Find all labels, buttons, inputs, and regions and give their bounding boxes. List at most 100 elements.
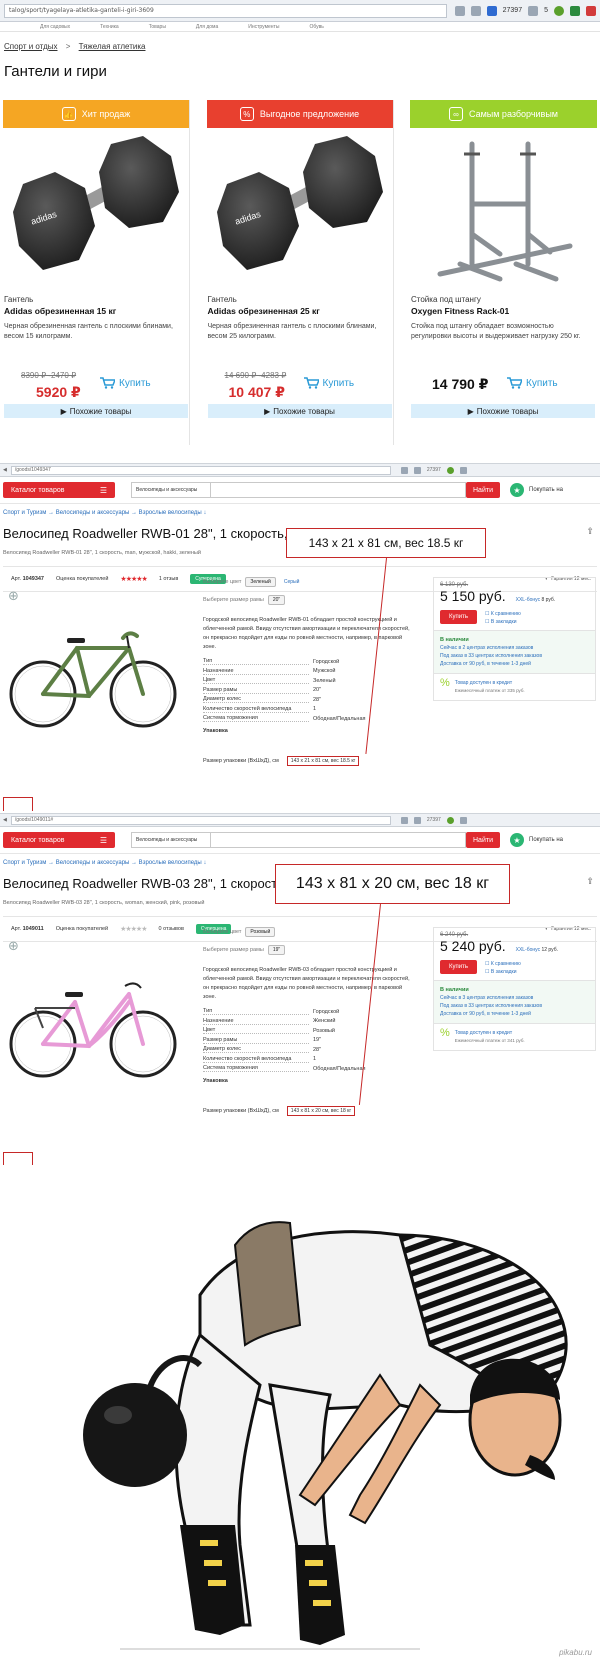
stock-info: В наличии Сейчас в 3 центрах исполнения … bbox=[434, 980, 595, 1023]
product-name[interactable]: Adidas обрезиненная 25 кг bbox=[208, 306, 320, 316]
thumbnail-frame[interactable] bbox=[3, 1152, 33, 1166]
xxl-bonus[interactable]: XXL-бонус 12 руб. bbox=[516, 947, 558, 953]
search-input[interactable] bbox=[211, 482, 466, 498]
options: Выберите цвет Розовый Выберите размер ра… bbox=[203, 926, 286, 962]
product-name[interactable]: Adidas обрезиненная 15 кг bbox=[4, 306, 116, 316]
catalog-button[interactable]: Каталог товаров ☰ bbox=[3, 482, 115, 498]
stock-line[interactable]: Доставка от 90 руб, в течение 1-3 дней bbox=[440, 660, 589, 668]
buy-on-link[interactable]: ★ Покупать на bbox=[510, 833, 563, 847]
product-card[interactable]: ∞ Самым разборчивым Стойка под штангу Ox… bbox=[410, 100, 597, 445]
favorites-link[interactable]: ☐ В закладки bbox=[485, 618, 521, 626]
catalog-button[interactable]: Каталог товаров ☰ bbox=[3, 832, 115, 848]
bookmark-star-icon[interactable] bbox=[400, 816, 408, 824]
rating-stars: ★★★★★ bbox=[120, 926, 147, 933]
size-option-selected[interactable]: 20" bbox=[267, 594, 286, 605]
site-nav-item[interactable]: Для дома bbox=[196, 24, 218, 30]
compare-link[interactable]: ☐ К сравнению bbox=[485, 960, 521, 968]
product-name[interactable]: Oxygen Fitness Rack-01 bbox=[411, 306, 509, 316]
zoom-icon[interactable]: ⊕ bbox=[8, 938, 19, 954]
catalog-label: Каталог товаров bbox=[11, 836, 65, 844]
product-card[interactable]: 👍 Хит продаж adidas Гантель Adidas обрез… bbox=[3, 100, 190, 445]
play-icon: ▶ bbox=[60, 406, 67, 416]
breadcrumb[interactable]: Спорт и Туризм → Велосипеды и аксессуары… bbox=[3, 860, 206, 866]
site-nav-item[interactable]: Инструменты bbox=[248, 24, 279, 30]
color-option-selected[interactable]: Зеленый bbox=[245, 576, 276, 587]
find-button[interactable]: Найти bbox=[466, 832, 500, 848]
spec-row: Назначение Мужской bbox=[203, 667, 399, 677]
xxl-bonus[interactable]: XXL-бонус 8 руб. bbox=[516, 597, 556, 603]
extension-icon-2[interactable] bbox=[570, 5, 580, 16]
mail-icon[interactable] bbox=[486, 5, 497, 16]
reviews-link[interactable]: 1 отзыв bbox=[159, 576, 178, 582]
buy-button[interactable]: Купить bbox=[440, 960, 477, 974]
spec-key: Количество скоростей велосипеда bbox=[203, 1056, 309, 1063]
dumbbell-image[interactable]: adidas bbox=[3, 134, 190, 284]
credit-info[interactable]: % Товар доступен в кредит Ежемесячный пла… bbox=[434, 1023, 595, 1050]
stock-title: В наличии bbox=[440, 637, 469, 643]
site-nav-item[interactable]: Техника bbox=[100, 24, 119, 30]
thumbnail-frame[interactable] bbox=[3, 797, 33, 811]
category-select[interactable]: Велосипеды и аксессуары bbox=[131, 832, 211, 848]
compare-link[interactable]: ☐ К сравнению bbox=[485, 610, 521, 618]
rating-stars: ★★★★★ bbox=[120, 576, 147, 583]
stock-line[interactable]: Сейчас в 2 центрах исполнения заказов bbox=[440, 644, 589, 652]
buy-on-link[interactable]: ★ Покупать на bbox=[510, 483, 563, 497]
dumbbell-image[interactable]: adidas bbox=[207, 134, 394, 284]
back-icon[interactable]: ◀ bbox=[3, 467, 7, 473]
extension-icon[interactable] bbox=[446, 466, 454, 474]
site-nav-item[interactable]: Товары bbox=[149, 24, 166, 30]
product-price: 5 240 руб. bbox=[440, 938, 506, 954]
breadcrumb[interactable]: Спорт и Туризм → Велосипеды и аксессуары… bbox=[3, 510, 206, 516]
bike-image[interactable] bbox=[5, 964, 180, 1084]
stock-line[interactable]: Под заказ в 33 центрах исполнения заказо… bbox=[440, 1002, 589, 1010]
site-nav-item[interactable]: Для садовых bbox=[40, 24, 70, 30]
extension-icon[interactable] bbox=[554, 5, 564, 16]
stock-line[interactable]: Под заказ в 33 центрах исполнения заказо… bbox=[440, 652, 589, 660]
menu-icon[interactable] bbox=[459, 466, 467, 474]
buy-button[interactable]: Купить bbox=[99, 377, 151, 389]
zoom-icon[interactable]: ⊕ bbox=[8, 588, 19, 604]
address-bar[interactable]: /goods/1049347 bbox=[10, 465, 391, 475]
extension-icon[interactable] bbox=[446, 816, 454, 824]
breadcrumb-link[interactable]: Спорт и отдых bbox=[4, 42, 58, 51]
reviews-link[interactable]: 0 отзывов bbox=[159, 926, 184, 932]
share-icon[interactable]: ⇪ bbox=[586, 526, 594, 537]
extension-icon-3[interactable] bbox=[586, 5, 596, 16]
stock-line[interactable]: Сейчас в 3 центрах исполнения заказов bbox=[440, 994, 589, 1002]
address-bar[interactable]: talog/sport/tyagelaya-atletika-ganteli-i… bbox=[4, 3, 447, 18]
similar-products-button[interactable]: ▶ Похожие товары bbox=[4, 404, 188, 418]
menu-icon[interactable] bbox=[459, 816, 467, 824]
address-bar[interactable]: /goods/1049011# bbox=[10, 815, 391, 825]
site-nav-item[interactable]: Обувь bbox=[309, 24, 323, 30]
cart-icon bbox=[303, 377, 319, 389]
search-input[interactable] bbox=[211, 832, 466, 848]
color-option-selected[interactable]: Розовый bbox=[245, 926, 276, 937]
bookmark-star-icon[interactable] bbox=[454, 5, 465, 16]
refresh-icon[interactable] bbox=[413, 466, 421, 474]
stock-line[interactable]: Доставка от 90 руб, в течение 1-3 дней bbox=[440, 1010, 589, 1018]
breadcrumb-link[interactable]: Тяжелая атлетика bbox=[79, 42, 146, 51]
size-option-selected[interactable]: 19" bbox=[267, 944, 286, 955]
category-select[interactable]: Велосипеды и аксессуары bbox=[131, 482, 211, 498]
buy-button[interactable]: Купить bbox=[506, 377, 558, 389]
old-price: 14 690 ₽ -4283 ₽ bbox=[224, 371, 287, 380]
buy-button[interactable]: Купить bbox=[440, 610, 477, 624]
color-label: Выберите цвет bbox=[203, 578, 242, 585]
refresh-icon[interactable] bbox=[470, 5, 481, 16]
bookmark-star-icon[interactable] bbox=[400, 466, 408, 474]
back-icon[interactable]: ◀ bbox=[3, 817, 7, 823]
similar-products-button[interactable]: ▶ Похожие товары bbox=[411, 404, 595, 418]
weather-icon[interactable] bbox=[528, 5, 539, 16]
product-card[interactable]: % Выгодное предложение adidas Гантель Ad… bbox=[206, 100, 394, 445]
buy-button[interactable]: Купить bbox=[303, 377, 354, 389]
bike-image[interactable] bbox=[5, 614, 180, 734]
squat-rack-image[interactable] bbox=[410, 134, 597, 284]
refresh-icon[interactable] bbox=[413, 816, 421, 824]
share-icon[interactable]: ⇪ bbox=[586, 876, 594, 887]
deal-ribbon: % Выгодное предложение bbox=[206, 100, 393, 128]
find-button[interactable]: Найти bbox=[466, 482, 500, 498]
favorites-link[interactable]: ☐ В закладки bbox=[485, 968, 521, 976]
color-option[interactable]: Серый bbox=[280, 578, 304, 586]
similar-products-button[interactable]: ▶ Похожие товары bbox=[207, 404, 392, 418]
credit-info[interactable]: % Товар доступен в кредит Ежемесячный пла… bbox=[434, 673, 595, 700]
